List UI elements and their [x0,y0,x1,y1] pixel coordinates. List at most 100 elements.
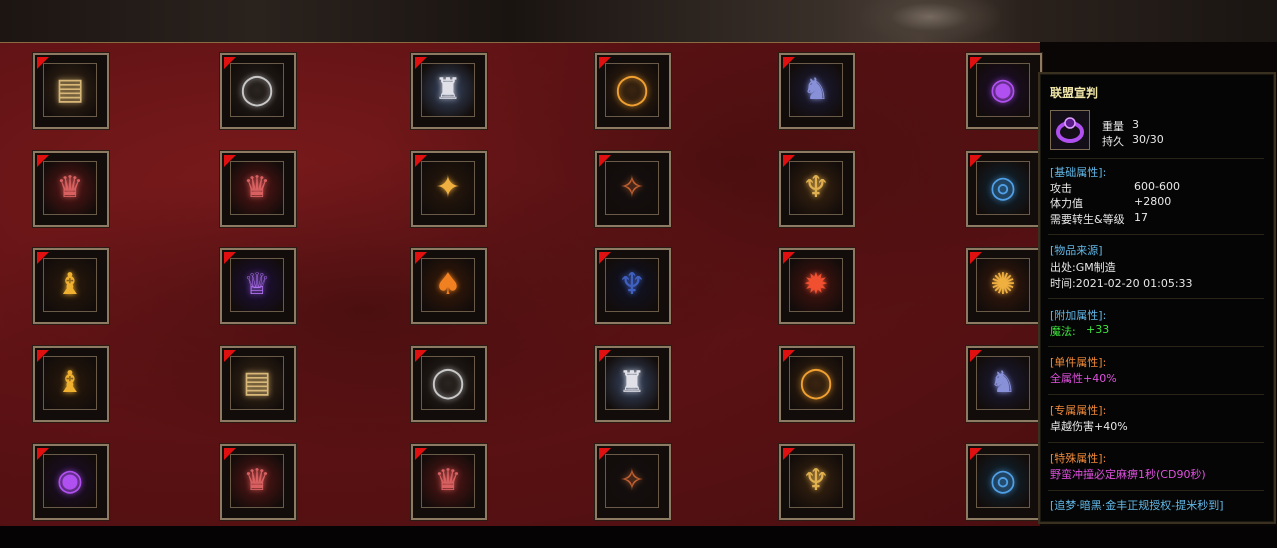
spark-icon: ✧ [619,170,645,205]
inventory-slot[interactable]: ◉ [966,53,1042,129]
slot-inner: ♛ [421,454,475,508]
bottom-bar [0,526,1277,548]
slot-inner: ♛ [230,161,284,215]
slot-inner: ✧ [605,161,659,215]
time-text: 时间:2021-02-20 01:05:33 [1050,277,1193,290]
magic-value: +33 [1086,323,1110,336]
purple-crown-icon: ♕ [243,267,271,302]
red-corner-flag-icon [599,155,611,167]
inventory-slot[interactable]: ◯ [411,346,487,422]
inventory-slot[interactable]: ♛ [220,444,296,520]
inventory-slot[interactable]: ♜ [595,346,671,422]
red-corner-flag-icon [224,155,236,167]
purple-ring-icon: ◉ [56,463,84,498]
slot-inner: ♝ [43,258,97,312]
inventory-slot[interactable]: ♝ [33,346,109,422]
requirement-label: 需要转生&等级 [1050,213,1125,226]
slot-inner: ◉ [43,454,97,508]
slot-inner: ♜ [421,63,475,117]
weight-label: 重量 [1102,120,1124,133]
inventory-slot[interactable]: ♆ [779,444,855,520]
purple-ring-icon [1050,110,1090,150]
inventory-slot[interactable]: ♞ [779,53,855,129]
inventory-slot[interactable]: ▤ [220,346,296,422]
blue-wings-icon: ♆ [618,267,646,302]
silver-ring-icon: ◯ [240,72,274,107]
inventory-slot[interactable]: ♛ [33,151,109,227]
inventory-slot[interactable]: ✧ [595,151,671,227]
red-corner-flag-icon [415,448,427,460]
inventory-slot[interactable]: ♠ [411,248,487,324]
red-armor-icon: ♛ [243,463,271,498]
inventory-slot[interactable]: ♛ [411,444,487,520]
inventory-slot[interactable]: ◎ [966,444,1042,520]
dark-helmet-icon: ♞ [989,365,1017,400]
slot-inner: ▤ [43,63,97,117]
red-corner-flag-icon [37,57,49,69]
gold-ornament-icon: ✦ [435,170,461,205]
slot-inner: ✦ [421,161,475,215]
slot-inner: ▤ [230,356,284,410]
inventory-slot[interactable]: ◯ [220,53,296,129]
red-corner-flag-icon [224,448,236,460]
inventory-slot[interactable]: ♆ [779,151,855,227]
exclusive-attributes-header: [专属属性]: [1050,404,1107,417]
inventory-slot[interactable]: ▤ [33,53,109,129]
inventory-slot[interactable]: ♛ [220,151,296,227]
inventory-slot[interactable]: ◉ [33,444,109,520]
inventory-slot[interactable]: ✧ [595,444,671,520]
inventory-slot[interactable]: ✺ [966,248,1042,324]
slot-inner: ✺ [976,258,1030,312]
red-corner-flag-icon [599,448,611,460]
durability-value: 30/30 [1132,133,1164,146]
extra-attributes-header: [附加属性]: [1050,309,1107,322]
red-armor-icon: ♛ [243,170,271,205]
red-corner-flag-icon [599,57,611,69]
inventory-slot[interactable]: ♞ [966,346,1042,422]
fire-orb-icon: ✹ [803,267,829,302]
red-corner-flag-icon [224,57,236,69]
slot-inner: ♆ [789,454,843,508]
slot-inner: ♞ [976,356,1030,410]
slot-inner: ◯ [605,63,659,117]
base-attributes-header: [基础属性]: [1050,166,1107,179]
slot-inner: ♆ [789,161,843,215]
blue-eye-amulet-icon: ◎ [989,463,1017,498]
red-corner-flag-icon [970,252,982,264]
slot-inner: ◎ [976,161,1030,215]
attack-label: 攻击 [1050,182,1072,195]
red-corner-flag-icon [970,155,982,167]
inventory-slot[interactable]: ◯ [779,346,855,422]
inventory-slot[interactable]: ♜ [411,53,487,129]
red-corner-flag-icon [37,155,49,167]
inventory-slot[interactable]: ♆ [595,248,671,324]
spark-icon: ✧ [619,463,645,498]
red-corner-flag-icon [415,57,427,69]
red-corner-flag-icon [415,252,427,264]
red-corner-flag-icon [415,155,427,167]
slot-inner: ♠ [421,258,475,312]
red-corner-flag-icon [599,350,611,362]
red-corner-flag-icon [37,350,49,362]
slot-inner: ◎ [976,454,1030,508]
durability-label: 持久 [1102,135,1124,148]
attack-value: 600-600 [1134,180,1180,193]
slot-inner: ◯ [421,356,475,410]
red-corner-flag-icon [970,448,982,460]
inventory-slot[interactable]: ◎ [966,151,1042,227]
special-attributes-value: 野蛮冲撞必定麻痹1秒(CD90秒) [1050,468,1206,481]
gold-cluster-icon: ✺ [990,267,1016,302]
single-attributes-value: 全属性+40% [1050,372,1117,385]
gold-wings-icon: ♆ [802,463,830,498]
inventory-slot[interactable]: ◯ [595,53,671,129]
magic-label: 魔法: [1050,325,1076,338]
red-corner-flag-icon [37,448,49,460]
inventory-slot[interactable]: ♝ [33,248,109,324]
red-corner-flag-icon [224,350,236,362]
inventory-slot[interactable]: ♕ [220,248,296,324]
red-armor-icon: ♛ [56,170,84,205]
inventory-slot[interactable]: ✹ [779,248,855,324]
single-attributes-header: [单件属性]: [1050,356,1107,369]
inventory-slot[interactable]: ✦ [411,151,487,227]
gold-charm-icon: ♝ [56,365,84,400]
